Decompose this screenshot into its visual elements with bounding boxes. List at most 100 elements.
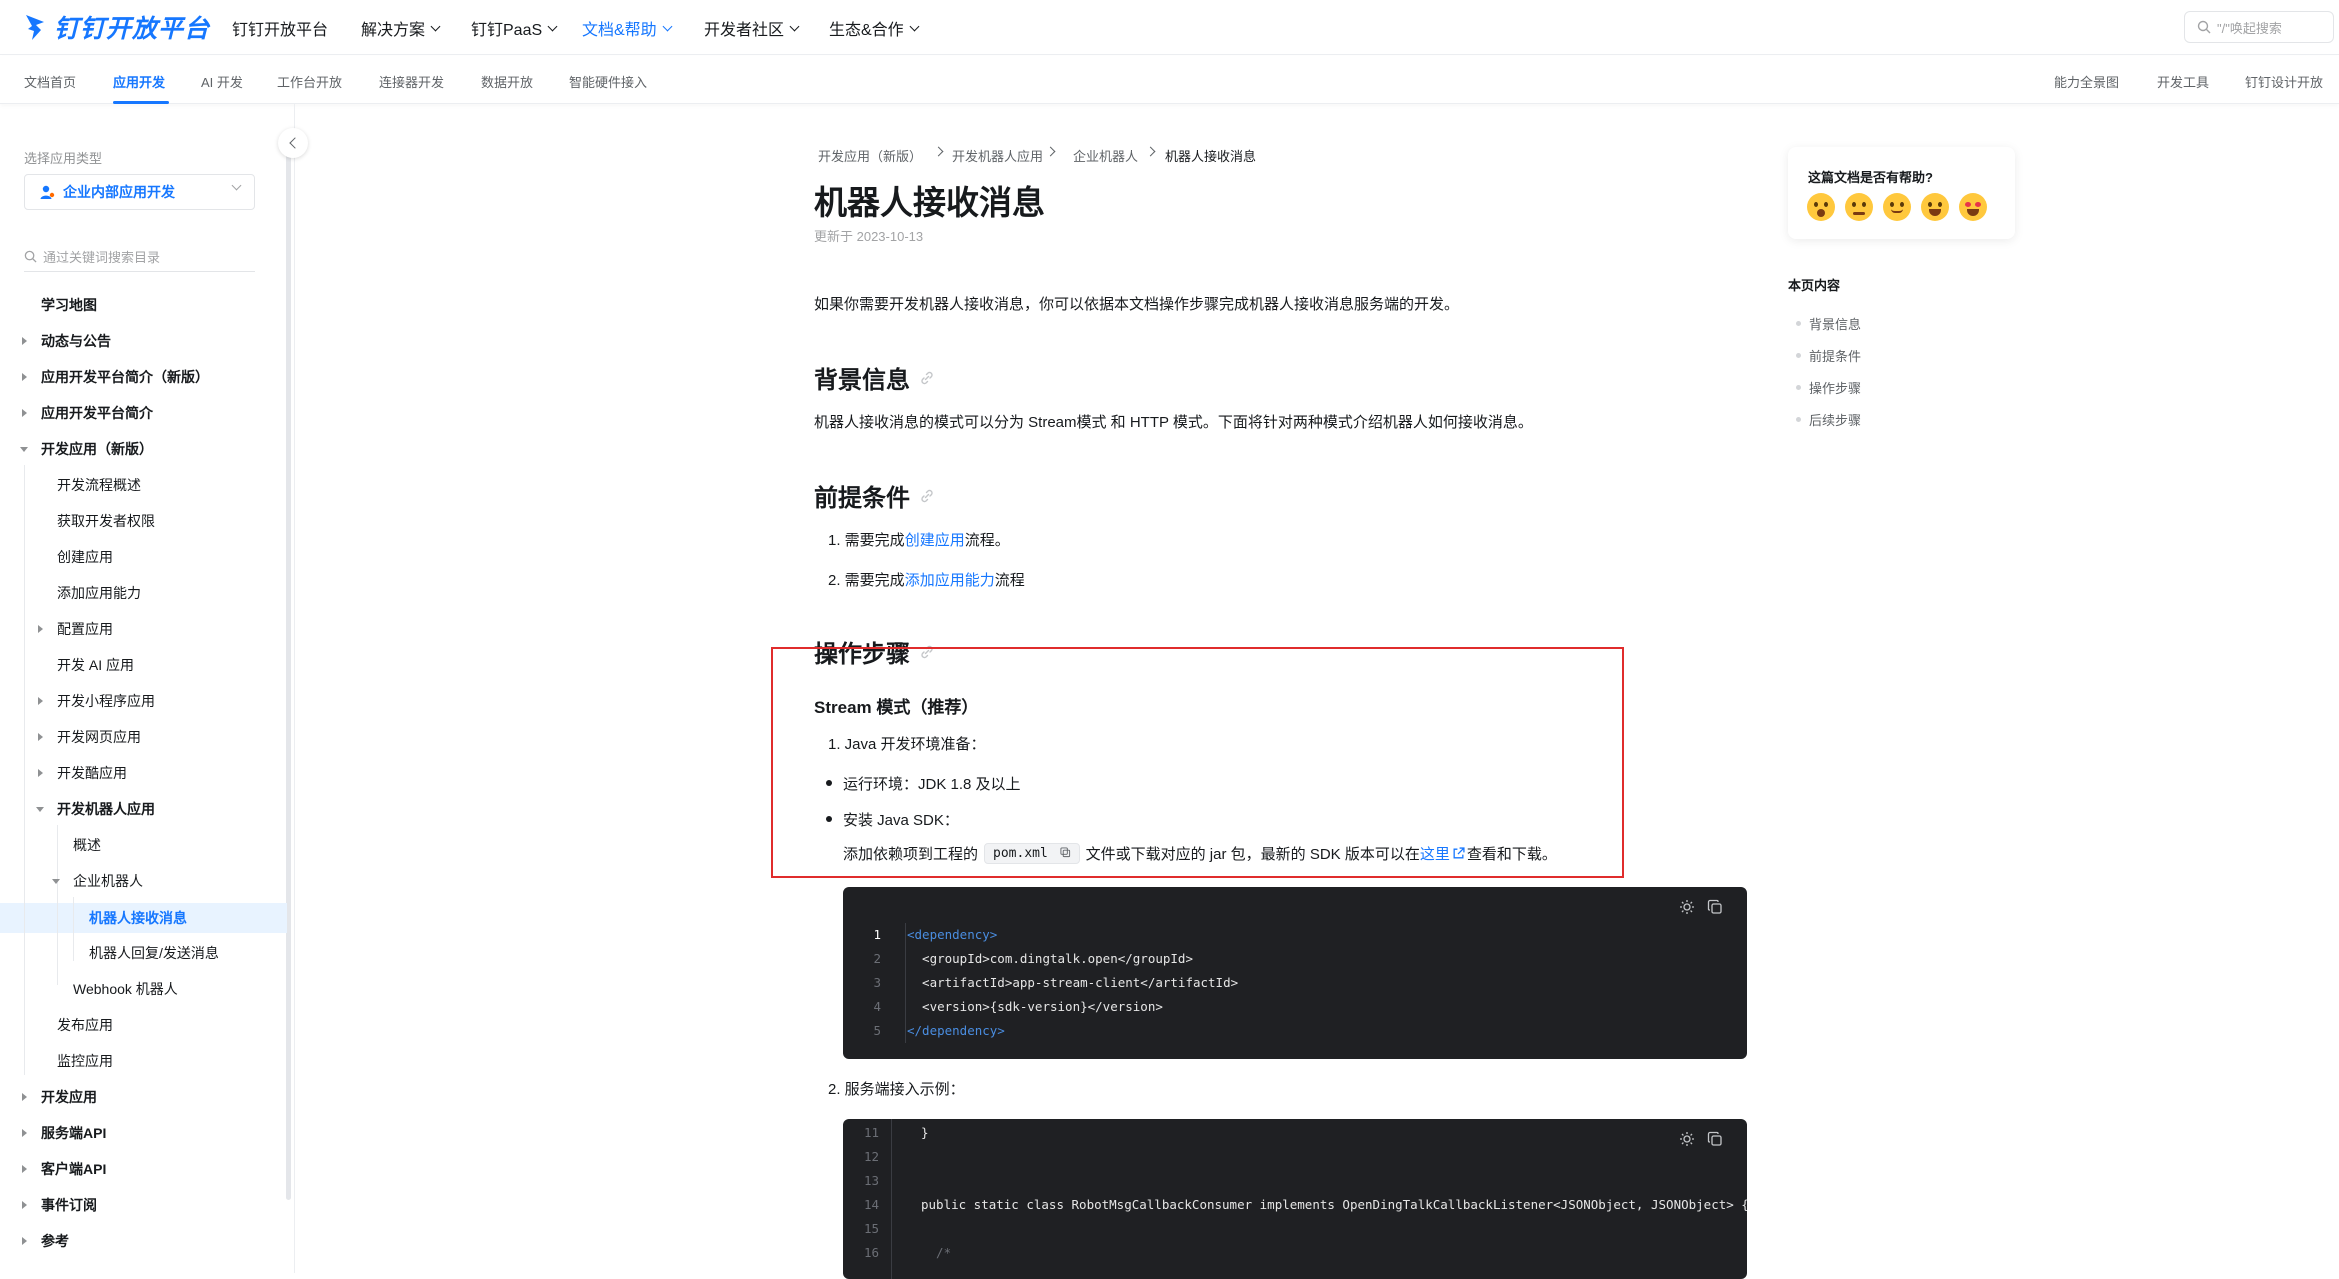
caret-right-icon — [22, 409, 27, 417]
global-search-input[interactable]: "/"唤起搜索 — [2184, 11, 2334, 43]
caret-right-icon — [38, 625, 43, 633]
sidebar-item-miniapp[interactable]: 开发小程序应用 — [38, 686, 155, 716]
tree-guide-line — [24, 465, 25, 1075]
emoji-shocked-icon[interactable] — [1807, 193, 1835, 221]
sidebar-item-webapp[interactable]: 开发网页应用 — [38, 722, 141, 752]
app-type-select[interactable]: 企业内部应用开发 — [24, 174, 255, 210]
chevron-down-icon — [430, 21, 441, 31]
add-capability-link[interactable]: 添加应用能力 — [905, 572, 995, 589]
copy-code-icon[interactable] — [1707, 899, 1723, 915]
chevron-right-icon — [933, 146, 944, 157]
sidebar-item-cool-app[interactable]: 开发酷应用 — [38, 758, 127, 788]
breadcrumb-item[interactable]: 开发应用（新版） — [818, 146, 922, 165]
sidebar-item-config-app[interactable]: 配置应用 — [38, 614, 113, 644]
subnav-workbench[interactable]: 工作台开放 — [277, 72, 342, 91]
sidebar-item-robot-receive[interactable]: 机器人接收消息 — [89, 903, 187, 933]
caret-right-icon — [22, 1165, 27, 1173]
anchor-link-icon[interactable] — [918, 487, 936, 505]
code-block-server-example: 11} 12 13 14 public static class RobotMsg… — [843, 1119, 1747, 1279]
caret-down-icon — [52, 879, 60, 884]
subnav-dev-tools[interactable]: 开发工具 — [2157, 72, 2209, 91]
page-title: 机器人接收消息 — [814, 184, 1045, 221]
sidebar-item-webhook-robot[interactable]: Webhook 机器人 — [73, 974, 178, 1004]
sidebar-scrollbar[interactable] — [286, 130, 291, 1200]
sidebar-item-client-api[interactable]: 客户端API — [22, 1154, 106, 1184]
toc-title: 本页内容 — [1788, 278, 1841, 293]
feedback-question: 这篇文档是否有帮助? — [1808, 170, 1933, 185]
theme-toggle-icon[interactable] — [1679, 1131, 1695, 1147]
chevron-down-icon — [909, 21, 920, 31]
subnav-connector[interactable]: 连接器开发 — [379, 72, 444, 91]
chevron-left-icon — [288, 137, 301, 149]
subnav-design[interactable]: 钉钉设计开放 — [2245, 72, 2323, 91]
sidebar-item-enterprise-robot[interactable]: 企业机器人 — [52, 866, 143, 896]
toc-item-next-steps[interactable]: 后续步骤 — [1796, 410, 1861, 429]
nav-ecosystem[interactable]: 生态&合作 — [829, 16, 920, 40]
logo[interactable]: 钉钉开放平台 — [24, 10, 210, 44]
sidebar-item-ai-app[interactable]: 开发 AI 应用 — [57, 650, 134, 680]
emoji-dizzy-icon[interactable] — [1845, 193, 1873, 221]
tree-guide-line — [57, 825, 58, 985]
caret-right-icon — [38, 733, 43, 741]
emoji-love-icon[interactable] — [1959, 193, 1987, 221]
sidebar-item-reference[interactable]: 参考 — [22, 1226, 69, 1256]
toc-item-steps[interactable]: 操作步骤 — [1796, 378, 1861, 397]
sidebar-item-learning-map[interactable]: 学习地图 — [41, 290, 97, 320]
highlight-annotation-box — [771, 647, 1624, 878]
caret-right-icon — [38, 697, 43, 705]
subnav-capability-map[interactable]: 能力全景图 — [2054, 72, 2119, 91]
nav-open-platform[interactable]: 钉钉开放平台 — [232, 16, 328, 40]
subnav-docs-home[interactable]: 文档首页 — [24, 72, 76, 91]
caret-right-icon — [22, 373, 27, 381]
nav-solutions[interactable]: 解决方案 — [361, 16, 441, 40]
chevron-right-icon — [1145, 146, 1156, 157]
theme-toggle-icon[interactable] — [1679, 899, 1695, 915]
app-type-label: 选择应用类型 — [24, 151, 103, 166]
nav-docs-help[interactable]: 文档&帮助 — [582, 16, 673, 40]
emoji-happy-icon[interactable] — [1921, 193, 1949, 221]
subnav-ai-dev[interactable]: AI 开发 — [201, 72, 243, 91]
sidebar-item-dev-app-new[interactable]: 开发应用（新版） — [20, 434, 153, 464]
sidebar-search-input[interactable]: 通过关键词搜索目录 — [24, 242, 255, 272]
sidebar-item-server-api[interactable]: 服务端API — [22, 1118, 106, 1148]
sidebar-item-monitor-app[interactable]: 监控应用 — [57, 1046, 113, 1076]
sidebar-item-dev-flow[interactable]: 开发流程概述 — [57, 470, 141, 500]
code-indent-guide — [891, 1119, 892, 1279]
caret-right-icon — [22, 337, 27, 345]
sidebar-item-create-app[interactable]: 创建应用 — [57, 542, 113, 572]
create-app-link[interactable]: 创建应用 — [905, 532, 965, 549]
sidebar-item-publish-app[interactable]: 发布应用 — [57, 1010, 113, 1040]
nav-dev-community[interactable]: 开发者社区 — [704, 16, 800, 40]
nav-paas[interactable]: 钉钉PaaS — [471, 16, 558, 40]
sidebar-item-robot-reply[interactable]: 机器人回复/发送消息 — [89, 938, 219, 968]
updated-date: 更新于 2023-10-13 — [814, 229, 924, 244]
toc-item-background[interactable]: 背景信息 — [1796, 314, 1861, 333]
sidebar-item-news[interactable]: 动态与公告 — [22, 326, 111, 356]
sidebar-item-event-sub[interactable]: 事件订阅 — [22, 1190, 97, 1220]
intro-text: 如果你需要开发机器人接收消息，你可以依据本文档操作步骤完成机器人接收消息服务端的… — [814, 296, 1460, 313]
caret-right-icon — [22, 1201, 27, 1209]
sidebar-item-intro[interactable]: 应用开发平台简介 — [22, 398, 153, 428]
toc-item-prerequisites[interactable]: 前提条件 — [1796, 346, 1861, 365]
step-2-text: 2. 服务端接入示例： — [828, 1081, 965, 1098]
prerequisite-2: 2. 需要完成添加应用能力流程 — [828, 572, 1025, 589]
sidebar-item-robot-app[interactable]: 开发机器人应用 — [36, 794, 155, 824]
copy-code-icon[interactable] — [1707, 1131, 1723, 1147]
collapse-sidebar-button[interactable] — [278, 128, 308, 158]
emoji-neutral-icon[interactable] — [1883, 193, 1911, 221]
subnav-hardware[interactable]: 智能硬件接入 — [569, 72, 647, 91]
prerequisite-1: 1. 需要完成创建应用流程。 — [828, 532, 1010, 549]
breadcrumb-item[interactable]: 开发机器人应用 — [952, 146, 1043, 165]
sidebar-item-overview[interactable]: 概述 — [73, 830, 101, 860]
subnav-data-open[interactable]: 数据开放 — [481, 72, 533, 91]
top-navigation: 钉钉开放平台 钉钉开放平台 解决方案 钉钉PaaS 文档&帮助 开发者社区 生态… — [0, 0, 2339, 55]
subnav-app-dev[interactable]: 应用开发 — [113, 72, 165, 91]
caret-down-icon — [36, 807, 44, 812]
sidebar-item-add-capability[interactable]: 添加应用能力 — [57, 578, 141, 608]
sidebar-item-intro-new[interactable]: 应用开发平台简介（新版） — [22, 362, 209, 392]
chevron-down-icon — [547, 21, 558, 31]
breadcrumb-item[interactable]: 企业机器人 — [1073, 146, 1138, 165]
anchor-link-icon[interactable] — [918, 369, 936, 387]
sidebar-item-dev-app[interactable]: 开发应用 — [22, 1082, 97, 1112]
sidebar-item-dev-permission[interactable]: 获取开发者权限 — [57, 506, 155, 536]
